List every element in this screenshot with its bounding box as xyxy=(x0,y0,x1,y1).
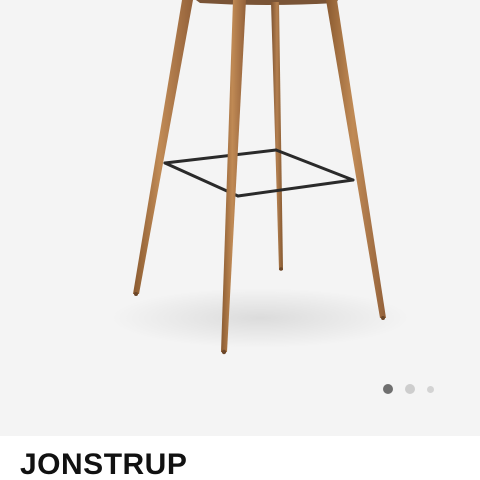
product-title: JONSTRUP xyxy=(20,448,188,480)
bar-stool-icon xyxy=(110,0,410,355)
product-page: JONSTRUP xyxy=(0,0,480,480)
product-image-gallery[interactable] xyxy=(0,0,480,436)
gallery-pagination xyxy=(383,384,434,394)
pagination-dot[interactable] xyxy=(405,384,415,394)
pagination-dot[interactable] xyxy=(427,385,434,393)
pagination-dot-active[interactable] xyxy=(383,384,393,394)
product-info: JONSTRUP xyxy=(0,436,480,480)
